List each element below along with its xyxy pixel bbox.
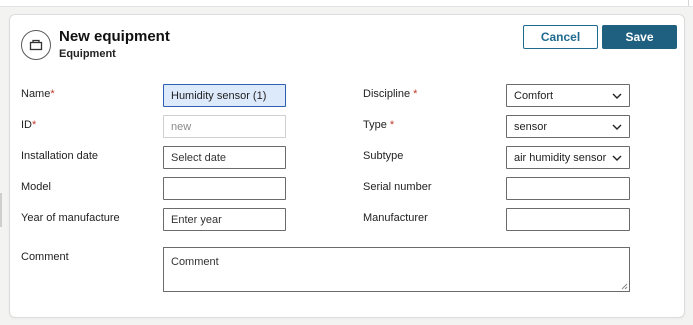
top-edge-tick xyxy=(688,0,689,6)
comment-label: Comment xyxy=(21,251,69,263)
year-of-manufacture-label: Year of manufacture xyxy=(21,212,120,224)
cancel-button[interactable]: Cancel xyxy=(523,25,598,49)
resize-handle-icon[interactable] xyxy=(620,282,628,290)
top-edge xyxy=(0,0,693,7)
chevron-down-icon xyxy=(611,152,623,164)
type-label-text: Type xyxy=(363,119,390,131)
discipline-required-mark: * xyxy=(413,88,418,100)
equipment-icon xyxy=(21,30,51,60)
serial-number-input[interactable] xyxy=(506,177,630,200)
discipline-label-text: Discipline xyxy=(363,88,414,100)
comment-placeholder: Comment xyxy=(171,256,219,268)
equipment-icon-glyph xyxy=(29,39,43,51)
name-label: Name* xyxy=(21,88,55,100)
page-title: New equipment xyxy=(59,28,170,45)
comment-textarea[interactable]: Comment xyxy=(163,247,630,292)
chevron-down-icon xyxy=(611,121,623,133)
model-input[interactable] xyxy=(163,177,286,200)
subtype-select[interactable]: air humidity sensor xyxy=(506,146,630,169)
subtype-value: air humidity sensor xyxy=(514,151,607,164)
page-subtitle: Equipment xyxy=(59,48,116,60)
installation-date-picker[interactable]: Select date xyxy=(163,146,286,169)
id-input: new xyxy=(163,115,286,138)
type-label: Type * xyxy=(363,119,394,131)
chevron-down-icon xyxy=(611,90,623,102)
serial-number-label: Serial number xyxy=(363,181,432,193)
type-value: sensor xyxy=(514,120,548,133)
type-select[interactable]: sensor xyxy=(506,115,630,138)
name-input[interactable]: Humidity sensor (1) xyxy=(163,84,286,107)
left-edge-handle xyxy=(0,193,2,227)
name-required-mark: * xyxy=(50,88,55,100)
year-of-manufacture-input[interactable]: Enter year xyxy=(163,208,286,231)
type-required-mark: * xyxy=(389,119,395,131)
id-required-mark: * xyxy=(32,119,37,131)
installation-date-label: Installation date xyxy=(21,150,99,162)
discipline-value: Comfort xyxy=(514,89,554,102)
discipline-label: Discipline * xyxy=(363,88,417,100)
manufacturer-input[interactable] xyxy=(506,208,630,231)
id-label: ID* xyxy=(21,119,36,131)
subtype-label: Subtype xyxy=(363,150,404,162)
discipline-select[interactable]: Comfort xyxy=(506,84,630,107)
save-button[interactable]: Save xyxy=(602,25,677,49)
name-label-text: Name xyxy=(21,88,51,100)
manufacturer-label: Manufacturer xyxy=(363,212,428,224)
id-label-text: ID xyxy=(21,119,32,131)
model-label: Model xyxy=(21,181,51,193)
